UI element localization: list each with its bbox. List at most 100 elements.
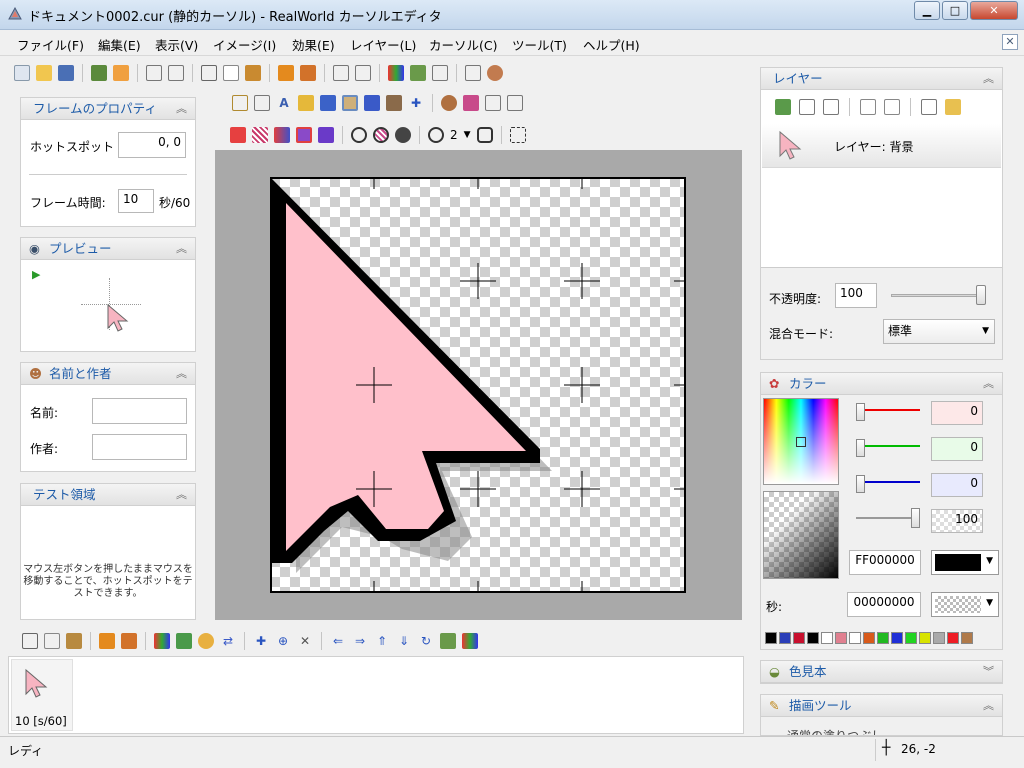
- collapse-icon[interactable]: ︽: [176, 363, 187, 384]
- copy-layer-icon[interactable]: [860, 99, 876, 115]
- palette-swatch[interactable]: [933, 632, 945, 644]
- alpha-picker[interactable]: [763, 491, 839, 579]
- menu-edit[interactable]: 編集(E): [98, 35, 141, 54]
- menu-tools[interactable]: ツール(T): [512, 35, 567, 54]
- document-close-icon[interactable]: ✕: [1002, 34, 1018, 50]
- copy-frame-icon[interactable]: [44, 633, 60, 649]
- palette-swatch[interactable]: [849, 632, 861, 644]
- collapse-icon[interactable]: ︽: [983, 68, 994, 89]
- collapse-icon[interactable]: ︽: [176, 98, 187, 119]
- tree-frame-icon[interactable]: [440, 633, 456, 649]
- layer-copy-icon[interactable]: [300, 65, 316, 81]
- cursor-test-icon[interactable]: [355, 65, 371, 81]
- palette-swatch[interactable]: [807, 632, 819, 644]
- blue-slider-thumb[interactable]: [856, 475, 865, 493]
- color-picker-square[interactable]: [763, 398, 839, 485]
- new-layer-icon[interactable]: [775, 99, 791, 115]
- fill-gradient-icon[interactable]: [274, 127, 290, 143]
- merge-layer-icon[interactable]: [921, 99, 937, 115]
- chevron-down-icon[interactable]: ▼: [464, 130, 471, 140]
- rounded-rect-icon[interactable]: [476, 127, 493, 143]
- tree-icon[interactable]: [410, 65, 426, 81]
- collapse-icon[interactable]: ︽: [983, 373, 994, 394]
- layer-item[interactable]: レイヤー: 背景: [762, 124, 1001, 168]
- save-icon[interactable]: [58, 65, 74, 81]
- arrow-up-icon[interactable]: ⇑: [374, 633, 390, 649]
- menu-help[interactable]: ヘルプ(H): [583, 35, 640, 54]
- add-frame-icon[interactable]: ✚: [253, 633, 269, 649]
- opacity-slider-thumb[interactable]: [976, 285, 986, 305]
- rotate-icon[interactable]: ↻: [418, 633, 434, 649]
- hotspot-input[interactable]: 0, 0: [118, 132, 186, 158]
- menu-image[interactable]: イメージ(I): [213, 35, 276, 54]
- fill-pattern-icon[interactable]: [318, 127, 334, 143]
- layer-effects-icon[interactable]: [945, 99, 961, 115]
- eyedropper-icon[interactable]: [386, 95, 402, 111]
- fill-bucket-icon[interactable]: [342, 95, 358, 111]
- collapse-icon[interactable]: ︽: [176, 484, 187, 505]
- green-input[interactable]: 0: [931, 437, 983, 461]
- palette-icon[interactable]: [154, 633, 170, 649]
- cursor-canvas[interactable]: [270, 177, 686, 593]
- pencil-icon[interactable]: [254, 95, 270, 111]
- copy-icon[interactable]: [223, 65, 239, 81]
- maximize-button[interactable]: □: [942, 1, 968, 20]
- menu-cursor[interactable]: カーソル(C): [429, 35, 497, 54]
- text-icon[interactable]: A: [276, 95, 292, 111]
- secondary-hex-input[interactable]: 00000000: [847, 592, 921, 617]
- duplicate-frame-icon[interactable]: [99, 633, 115, 649]
- cut-frame-icon[interactable]: [22, 633, 38, 649]
- checkbox-tool-2-icon[interactable]: [507, 95, 523, 111]
- frame-thumbnail[interactable]: 10 [s/60]: [11, 659, 73, 731]
- panel-header[interactable]: ◒ 色見本 ︾: [761, 661, 1002, 683]
- blue-slider[interactable]: [856, 481, 920, 483]
- delete-layer-icon[interactable]: [823, 99, 839, 115]
- select-icon[interactable]: [465, 65, 481, 81]
- menu-file[interactable]: ファイル(F): [17, 35, 84, 54]
- gear-icon[interactable]: [198, 633, 214, 649]
- picture-icon[interactable]: [176, 633, 192, 649]
- hand-icon[interactable]: [333, 65, 349, 81]
- palette-swatch[interactable]: [891, 632, 903, 644]
- swap-icon[interactable]: ⇄: [220, 633, 236, 649]
- brush-shape-icon[interactable]: [428, 127, 444, 143]
- redo-icon[interactable]: [168, 65, 184, 81]
- capture-icon[interactable]: [113, 65, 129, 81]
- collapse-icon[interactable]: ︽: [983, 695, 994, 716]
- clone-icon[interactable]: [441, 95, 457, 111]
- ellipse-outline-icon[interactable]: [351, 127, 367, 143]
- shapes-icon[interactable]: [463, 95, 479, 111]
- red-input[interactable]: 0: [931, 401, 983, 425]
- blue-input[interactable]: 0: [931, 473, 983, 497]
- close-button[interactable]: ✕: [970, 1, 1018, 20]
- red-slider-thumb[interactable]: [856, 403, 865, 421]
- author-input[interactable]: [92, 434, 187, 460]
- arrow-right-icon[interactable]: ⇒: [352, 633, 368, 649]
- test-area-text[interactable]: マウス左ボタンを押したままマウスを移動することで、ホットスポットをテストできます…: [23, 564, 193, 600]
- menu-effects[interactable]: 効果(E): [292, 35, 335, 54]
- arrow-left-icon[interactable]: ⇐: [330, 633, 346, 649]
- delete-frame-icon[interactable]: ✕: [297, 633, 313, 649]
- fill-outline-icon[interactable]: [296, 127, 312, 143]
- pen-icon[interactable]: [432, 65, 448, 81]
- cut-icon[interactable]: [201, 65, 217, 81]
- palette-swatch[interactable]: [961, 632, 973, 644]
- insert-frame-icon[interactable]: [121, 633, 137, 649]
- green-slider[interactable]: [856, 445, 920, 447]
- new-icon[interactable]: [14, 65, 30, 81]
- magic-wand-icon[interactable]: [232, 95, 248, 111]
- opacity-slider[interactable]: [891, 294, 986, 297]
- palette-swatch[interactable]: [765, 632, 777, 644]
- ellipse-hatch-icon[interactable]: [373, 127, 389, 143]
- move-icon[interactable]: ✚: [408, 95, 424, 111]
- menu-view[interactable]: 表示(V): [155, 35, 198, 54]
- layer-props-icon[interactable]: [799, 99, 815, 115]
- color-frame-icon[interactable]: [462, 633, 478, 649]
- palette-swatch[interactable]: [821, 632, 833, 644]
- line-icon[interactable]: [320, 95, 336, 111]
- collapse-icon[interactable]: ︽: [176, 238, 187, 259]
- brush-size-value[interactable]: 2: [450, 128, 458, 142]
- menu-layer[interactable]: レイヤー(L): [350, 35, 416, 54]
- open-folder-icon[interactable]: [36, 65, 52, 81]
- palette-swatch[interactable]: [905, 632, 917, 644]
